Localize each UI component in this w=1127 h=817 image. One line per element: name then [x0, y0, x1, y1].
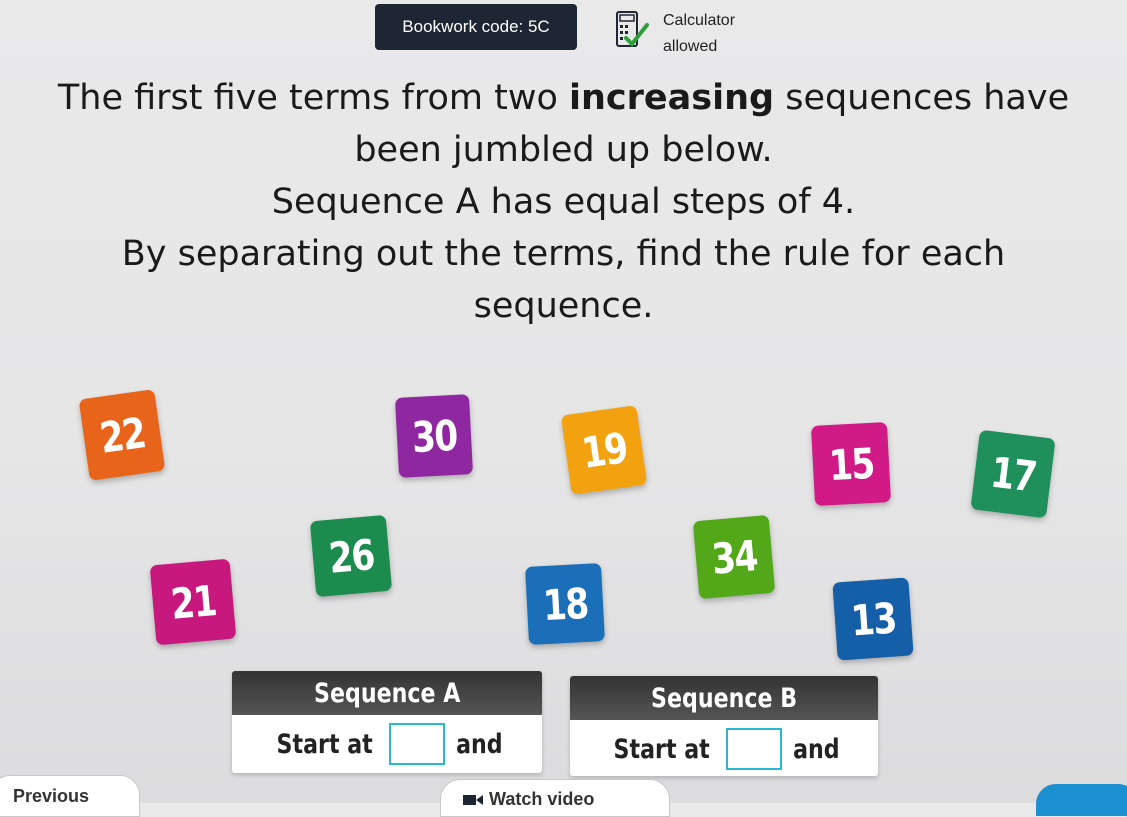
calculator-status: Calculator allowed [663, 8, 735, 60]
number-tile[interactable]: 21 [149, 558, 237, 646]
sequence-a-and-label: and [456, 728, 503, 760]
number-tile[interactable]: 26 [309, 514, 393, 598]
number-tile[interactable]: 19 [560, 405, 648, 495]
sequence-b-title: Sequence B [570, 676, 878, 720]
question-line5: sequence. [473, 286, 654, 326]
sequence-b-start-input[interactable] [726, 728, 783, 770]
number-tile[interactable]: 22 [78, 389, 166, 481]
calculator-check-icon [616, 11, 649, 48]
calculator-line1: Calculator [663, 12, 736, 29]
bookwork-code-text: Bookwork code: 5C [402, 17, 550, 36]
question-line1-post: sequences have [774, 78, 1070, 118]
sequence-a-title: Sequence A [232, 671, 542, 715]
sequence-b-start-label: Start at [613, 733, 710, 765]
sequence-b-and-label: and [793, 733, 840, 765]
sequence-a-start-input[interactable] [389, 723, 446, 765]
sequence-b-row: Start at and [570, 720, 878, 776]
question-line4: By separating out the terms, find the ru… [121, 234, 1006, 274]
question-line3: Sequence A has equal steps of 4. [271, 182, 856, 222]
calculator-line2: allowed [663, 38, 718, 55]
question-line1: The first five terms from two increasing… [0, 78, 1127, 118]
video-camera-icon [463, 794, 483, 805]
bookwork-code-badge: Bookwork code: 5C [375, 4, 577, 50]
question-line1-bold: increasing [569, 78, 775, 118]
watch-video-label: Watch video [489, 789, 595, 809]
number-tile[interactable]: 15 [810, 422, 892, 506]
sequence-a-start-label: Start at [276, 728, 373, 760]
number-tile[interactable]: 13 [832, 577, 914, 661]
question-line1-pre: The first five terms from two [57, 78, 569, 118]
number-tile[interactable]: 17 [970, 429, 1056, 519]
previous-button-label: Previous [13, 786, 90, 806]
question-line2: been jumbled up below. [354, 130, 773, 170]
number-tile[interactable]: 18 [525, 563, 605, 645]
sequence-a-card: Sequence A Start at and [232, 671, 542, 773]
number-tile[interactable]: 34 [692, 514, 776, 600]
number-tile[interactable]: 30 [394, 394, 474, 478]
sequence-b-card: Sequence B Start at and [570, 676, 878, 776]
previous-button[interactable]: Previous [0, 775, 140, 817]
answer-button[interactable] [1036, 784, 1127, 816]
watch-video-button[interactable]: Watch video [440, 779, 670, 817]
sequence-a-row: Start at and [232, 715, 542, 773]
